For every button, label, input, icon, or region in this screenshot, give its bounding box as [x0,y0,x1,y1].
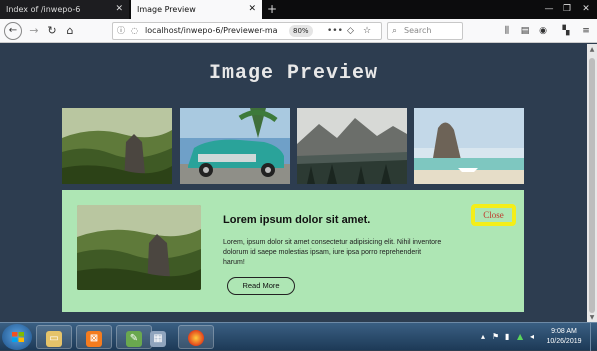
preview-panel: Lorem ipsum dolor sit amet. Lorem, ipsum… [62,190,524,312]
tracking-shield-icon[interactable]: ◌ [131,23,138,39]
battery-icon[interactable]: ▮ [505,332,509,341]
clock-time: 9:08 AM [551,328,577,335]
preview-image [77,205,201,290]
read-more-button[interactable]: Read More [227,277,295,295]
windows-logo-icon [12,332,24,342]
browser-window: Index of /inwepo-6 ✕ Image Preview ✕ + —… [0,0,597,351]
clock-date: 10/26/2019 [546,338,582,345]
library-icon[interactable]: ⫼ [500,24,514,38]
show-desktop-button[interactable] [590,323,597,351]
close-tab-icon[interactable]: ✕ [115,0,123,19]
taskbar: ▭ ⊠ ✎ ▦ ▴ ⚑ ▮ ▲ ◂ 9:08 AM 10/26/2019 [0,322,597,351]
preview-body: Lorem, ipsum dolor sit amet consectetur … [223,239,442,266]
taskbar-calculator[interactable]: ▦ [140,325,176,349]
close-tab-icon[interactable]: ✕ [248,0,256,19]
thumbnail-beach-rock[interactable] [414,108,524,184]
search-placeholder: Search [404,26,432,35]
new-tab-button[interactable]: + [265,0,279,19]
taskbar-clock[interactable]: 9:08 AM 10/26/2019 [540,327,588,347]
search-field[interactable]: ⌕ Search [387,22,463,40]
reload-button[interactable]: ↻ [43,22,61,40]
restore-icon[interactable]: ❐ [558,0,576,19]
tab-image-preview[interactable]: Image Preview ✕ [131,0,262,19]
scroll-down-icon[interactable]: ▼ [587,314,597,321]
xampp-icon: ⊠ [86,331,102,347]
taskbar-file-explorer[interactable]: ▭ [36,325,72,349]
thumbnail-rock-forest[interactable] [62,108,172,184]
taskbar-firefox[interactable] [178,325,214,349]
thumbnail-mountain-lake[interactable] [297,108,407,184]
page-actions-icon[interactable]: ••• [327,23,343,39]
scroll-thumb[interactable] [589,58,595,313]
search-icon: ⌕ [392,26,398,36]
tab-index-label: Index of /inwepo-6 [6,5,81,14]
extensions-icon[interactable]: ▚ [559,24,573,38]
folder-icon: ▭ [46,331,62,347]
menu-icon[interactable]: ≡ [579,24,593,38]
back-button[interactable]: ← [4,22,22,40]
home-button[interactable]: ⌂ [61,22,79,40]
pocket-icon[interactable]: ◇ [347,23,354,39]
bookmark-star-icon[interactable]: ☆ [363,23,371,39]
flag-icon[interactable]: ⚑ [492,332,499,341]
calculator-icon: ▦ [150,331,166,347]
site-info-icon[interactable]: ⓘ [117,23,125,39]
vertical-scrollbar[interactable]: ▲ ▼ [587,44,597,322]
url-text: localhost/inwepo-6/Previewer-ma [145,26,278,35]
tab-image-preview-label: Image Preview [137,5,196,14]
forward-button[interactable]: → [25,22,43,40]
account-icon[interactable]: ◉ [536,24,550,38]
tab-strip: Index of /inwepo-6 ✕ Image Preview ✕ + —… [0,0,597,19]
nav-toolbar: ← → ↻ ⌂ ⓘ ◌ localhost/inwepo-6/Previewer… [0,19,597,43]
firefox-icon [188,330,204,346]
preview-heading: Lorem ipsum dolor sit amet. [223,214,371,226]
volume-icon[interactable]: ◂ [530,332,534,341]
tab-index[interactable]: Index of /inwepo-6 ✕ [0,0,129,19]
page-title: Image Preview [208,62,379,85]
zoom-level-badge[interactable]: 80% [289,25,313,37]
close-window-icon[interactable]: ✕ [577,0,595,19]
page-viewport: Image Preview Lorem ipsum dolor sit amet… [0,44,587,322]
show-hidden-icons-icon[interactable]: ▴ [481,332,485,341]
sidebar-icon[interactable]: ▤ [518,24,532,38]
network-icon[interactable]: ▲ [517,332,523,341]
scroll-up-icon[interactable]: ▲ [587,46,597,53]
address-bar[interactable]: ⓘ ◌ localhost/inwepo-6/Previewer-ma 80% … [112,22,382,40]
start-button[interactable] [2,324,32,350]
taskbar-xampp[interactable]: ⊠ [76,325,112,349]
thumbnail-classic-car[interactable] [180,108,290,184]
minimize-icon[interactable]: — [540,0,558,19]
close-button[interactable]: Close [471,204,516,226]
